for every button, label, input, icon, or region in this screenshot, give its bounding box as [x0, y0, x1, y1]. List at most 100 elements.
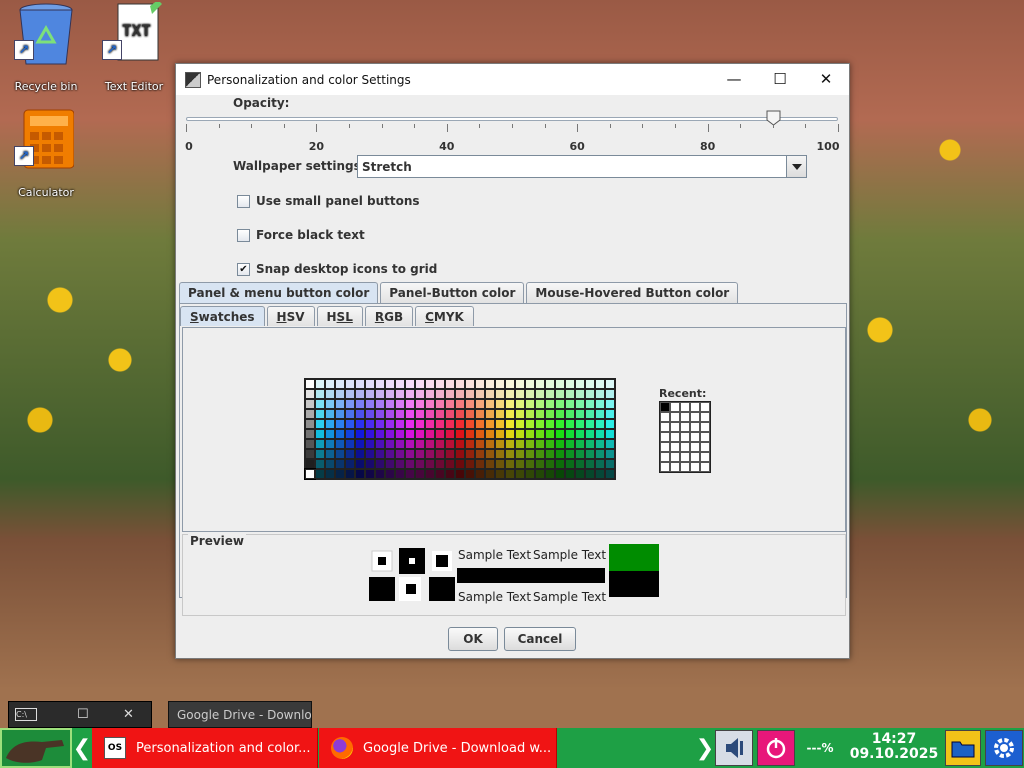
- color-swatch[interactable]: [555, 399, 565, 409]
- recent-color-swatch[interactable]: [690, 422, 700, 432]
- color-swatch[interactable]: [515, 409, 525, 419]
- color-swatch[interactable]: [485, 419, 495, 429]
- color-swatch[interactable]: [305, 459, 315, 469]
- color-swatch[interactable]: [465, 379, 475, 389]
- color-swatch[interactable]: [415, 449, 425, 459]
- color-swatch[interactable]: [325, 439, 335, 449]
- color-swatch[interactable]: [605, 409, 615, 419]
- color-swatch[interactable]: [425, 389, 435, 399]
- color-swatch[interactable]: [345, 399, 355, 409]
- color-swatch[interactable]: [585, 399, 595, 409]
- color-swatch[interactable]: [585, 469, 595, 479]
- recent-color-swatch[interactable]: [670, 422, 680, 432]
- color-swatch[interactable]: [595, 439, 605, 449]
- color-swatch[interactable]: [595, 399, 605, 409]
- color-swatch[interactable]: [565, 379, 575, 389]
- color-swatch[interactable]: [585, 379, 595, 389]
- color-swatch[interactable]: [495, 419, 505, 429]
- color-swatch[interactable]: [465, 459, 475, 469]
- recent-color-swatch[interactable]: [660, 462, 670, 472]
- color-swatch[interactable]: [555, 389, 565, 399]
- color-swatch[interactable]: [425, 449, 435, 459]
- color-swatch[interactable]: [335, 439, 345, 449]
- color-swatch[interactable]: [515, 419, 525, 429]
- color-swatch[interactable]: [475, 429, 485, 439]
- title-bar[interactable]: Personalization and color Settings — ☐ ✕: [176, 64, 849, 95]
- file-manager-icon[interactable]: [945, 730, 981, 766]
- color-swatch[interactable]: [415, 409, 425, 419]
- color-swatch[interactable]: [415, 389, 425, 399]
- tab-cmyk[interactable]: C MYK: [415, 306, 474, 326]
- color-swatch[interactable]: [505, 399, 515, 409]
- color-swatch[interactable]: [335, 459, 345, 469]
- color-swatch[interactable]: [305, 379, 315, 389]
- color-swatch[interactable]: [465, 469, 475, 479]
- recent-color-swatch[interactable]: [670, 412, 680, 422]
- color-swatch[interactable]: [585, 419, 595, 429]
- color-swatch[interactable]: [305, 399, 315, 409]
- color-swatch[interactable]: [545, 439, 555, 449]
- color-swatch[interactable]: [525, 419, 535, 429]
- recent-color-grid[interactable]: [659, 401, 711, 473]
- color-swatch[interactable]: [355, 459, 365, 469]
- color-swatch[interactable]: [545, 469, 555, 479]
- color-swatch[interactable]: [555, 429, 565, 439]
- color-swatch[interactable]: [365, 429, 375, 439]
- color-swatch[interactable]: [535, 449, 545, 459]
- color-swatch[interactable]: [475, 419, 485, 429]
- color-swatch[interactable]: [325, 389, 335, 399]
- close-icon[interactable]: ✕: [123, 707, 134, 722]
- color-swatch[interactable]: [535, 379, 545, 389]
- color-swatch[interactable]: [475, 459, 485, 469]
- color-swatch[interactable]: [495, 389, 505, 399]
- color-swatch[interactable]: [485, 409, 495, 419]
- recent-color-swatch[interactable]: [690, 462, 700, 472]
- color-swatch[interactable]: [345, 469, 355, 479]
- color-swatch[interactable]: [365, 379, 375, 389]
- color-swatch[interactable]: [535, 439, 545, 449]
- color-swatch[interactable]: [405, 409, 415, 419]
- color-swatch[interactable]: [385, 389, 395, 399]
- color-swatch[interactable]: [575, 449, 585, 459]
- color-swatch[interactable]: [565, 409, 575, 419]
- color-swatch[interactable]: [375, 409, 385, 419]
- color-swatch[interactable]: [545, 459, 555, 469]
- color-swatch[interactable]: [525, 399, 535, 409]
- color-swatch[interactable]: [565, 449, 575, 459]
- color-swatch[interactable]: [545, 449, 555, 459]
- color-swatch-selected[interactable]: [304, 468, 316, 480]
- color-swatch[interactable]: [505, 449, 515, 459]
- color-swatch[interactable]: [465, 389, 475, 399]
- color-swatch[interactable]: [445, 399, 455, 409]
- color-swatch[interactable]: [415, 399, 425, 409]
- recent-color-swatch[interactable]: [680, 442, 690, 452]
- tab-hsl[interactable]: H SL: [316, 306, 363, 326]
- color-swatch[interactable]: [315, 439, 325, 449]
- checkbox-use-small-panel-buttons[interactable]: Use small panel buttons: [237, 194, 420, 208]
- color-swatch[interactable]: [545, 389, 555, 399]
- close-button[interactable]: ✕: [803, 64, 849, 94]
- color-swatch[interactable]: [365, 389, 375, 399]
- color-swatch[interactable]: [575, 399, 585, 409]
- color-swatch[interactable]: [355, 429, 365, 439]
- color-swatch[interactable]: [475, 379, 485, 389]
- color-swatch[interactable]: [535, 409, 545, 419]
- color-swatch[interactable]: [505, 459, 515, 469]
- color-swatch[interactable]: [335, 409, 345, 419]
- color-swatch[interactable]: [485, 459, 495, 469]
- color-swatch[interactable]: [325, 469, 335, 479]
- color-swatch[interactable]: [525, 409, 535, 419]
- color-swatch[interactable]: [445, 379, 455, 389]
- color-swatch[interactable]: [355, 439, 365, 449]
- color-swatch[interactable]: [335, 399, 345, 409]
- color-swatch[interactable]: [385, 399, 395, 409]
- color-swatch[interactable]: [395, 469, 405, 479]
- color-swatch[interactable]: [375, 419, 385, 429]
- recent-color-swatch[interactable]: [700, 422, 710, 432]
- color-swatch[interactable]: [355, 419, 365, 429]
- color-swatch[interactable]: [415, 419, 425, 429]
- color-swatch[interactable]: [525, 469, 535, 479]
- color-swatch[interactable]: [465, 429, 475, 439]
- recent-color-swatch[interactable]: [680, 412, 690, 422]
- color-swatch[interactable]: [505, 389, 515, 399]
